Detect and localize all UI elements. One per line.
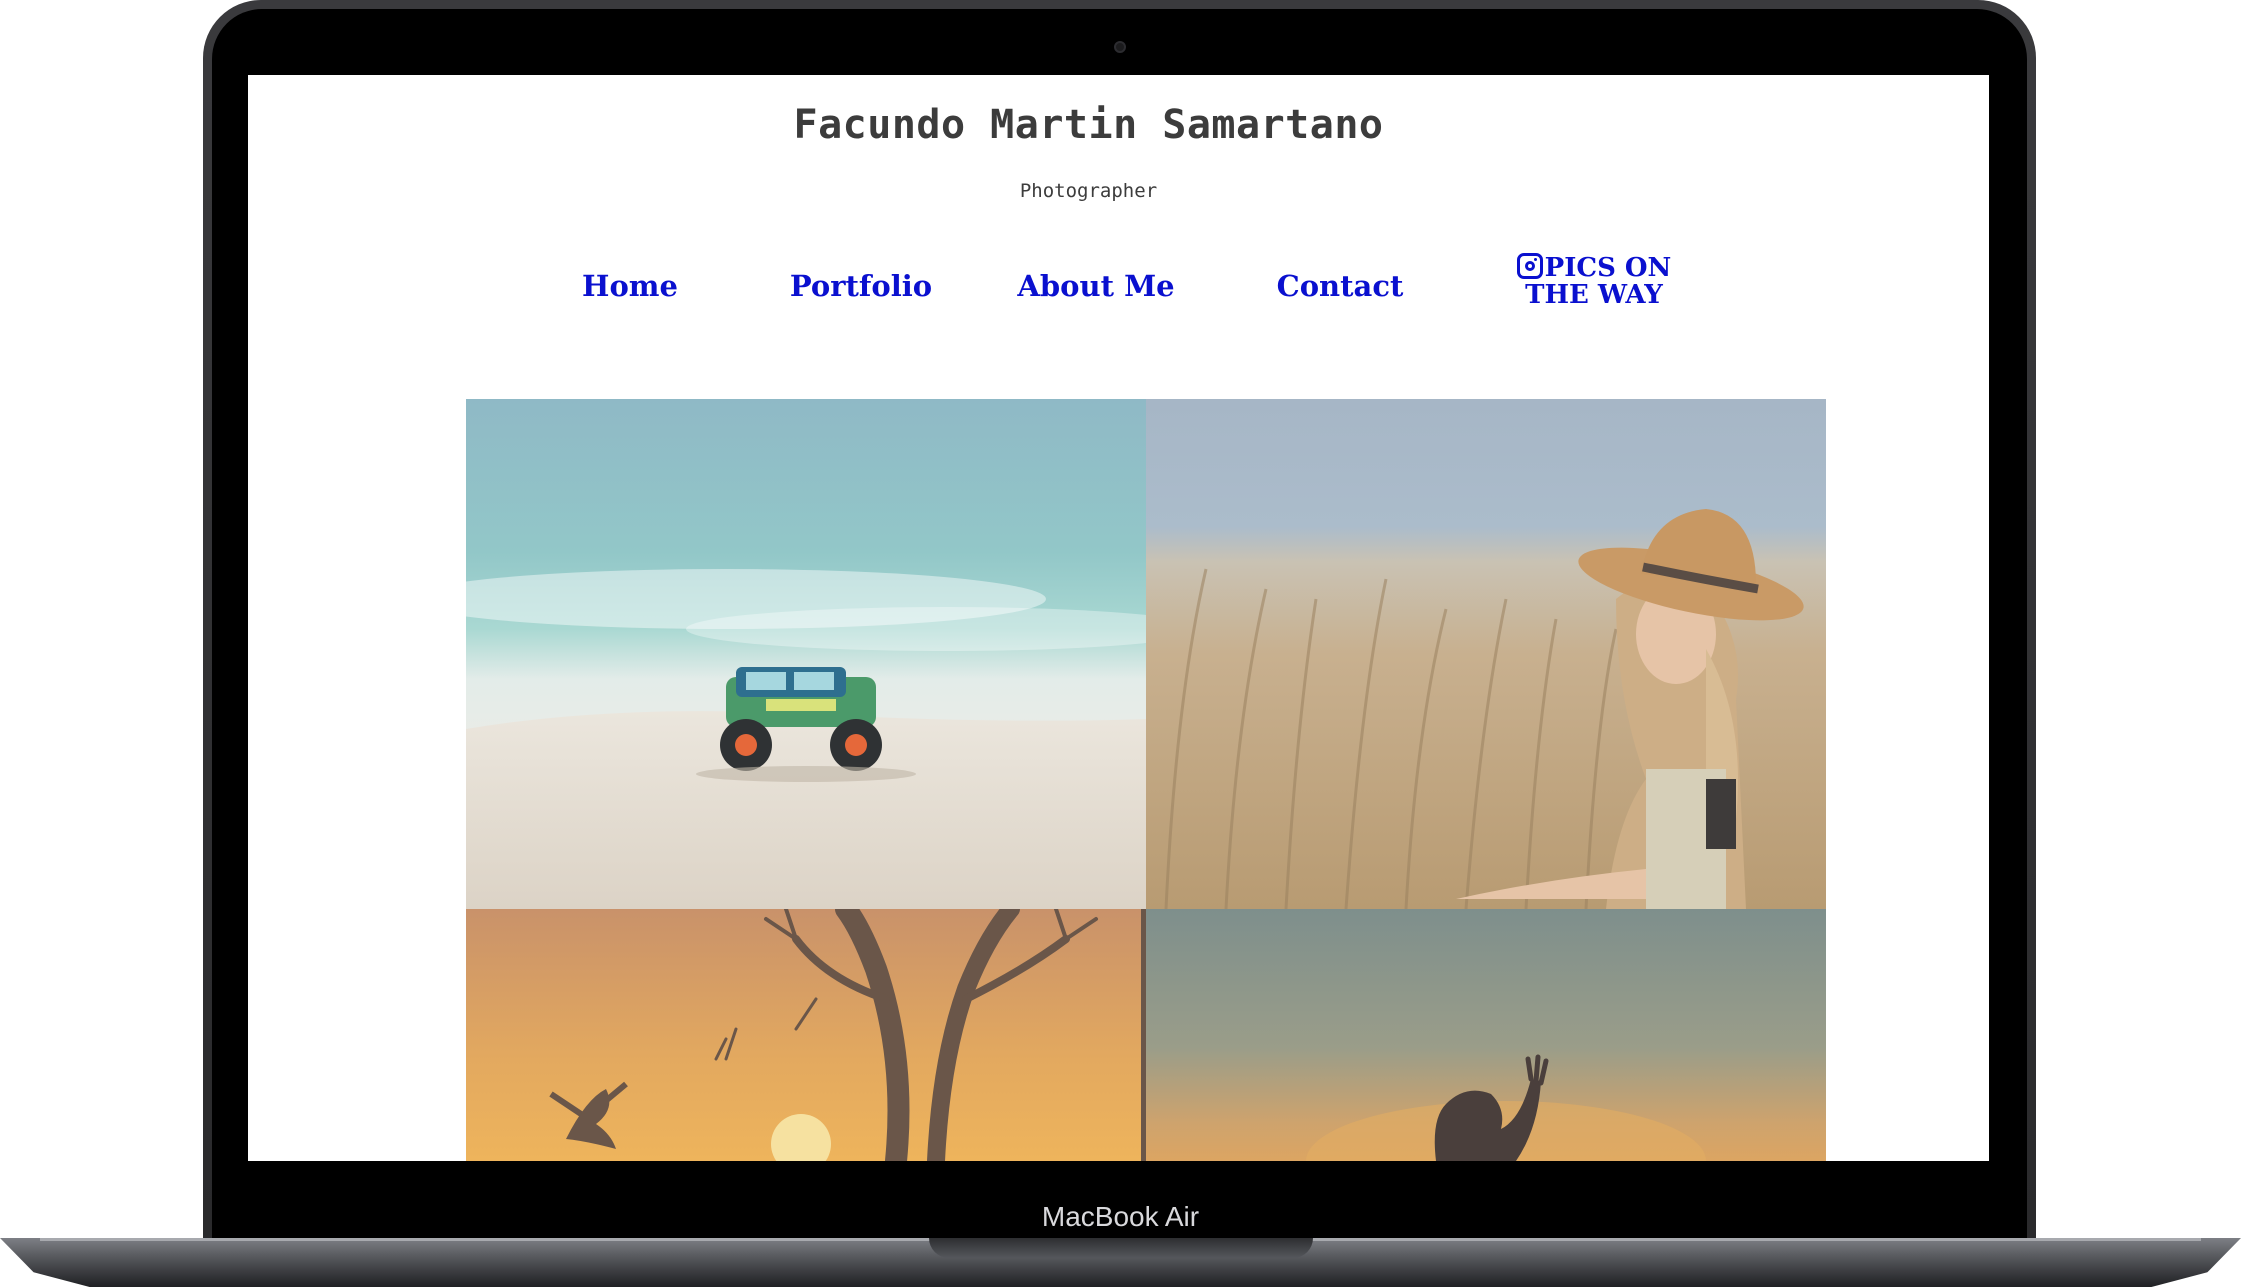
- browser-screen: Facundo Martin Samartano Photographer Ho…: [248, 75, 1989, 1161]
- silhouette-dusk-image: [1146, 909, 1826, 1161]
- toy-truck-beach-image: [466, 399, 1146, 909]
- instagram-label-line2: THE WAY: [1525, 280, 1663, 310]
- instagram-icon: [1516, 253, 1543, 279]
- site-subtitle: Photographer: [1019, 180, 1158, 202]
- nav-portfolio-link[interactable]: Portfolio: [756, 251, 966, 321]
- device-label: MacBook Air: [1041, 1201, 1200, 1232]
- site-title: Facundo Martin Samartano: [793, 102, 1384, 148]
- nav-instagram-link[interactable]: PICS ON THE WAY: [1504, 253, 1684, 309]
- instagram-label-line1: PICS ON: [1544, 253, 1672, 283]
- gallery-photo-silhouette-dusk[interactable]: [1146, 909, 1826, 1161]
- laptop-notch: [929, 1238, 1313, 1258]
- camera-icon: [1114, 41, 1126, 53]
- gallery-photo-woman-hat-field[interactable]: [1146, 399, 1826, 909]
- sunset-tree-image: [466, 909, 1146, 1161]
- nav-about-me-link[interactable]: About Me: [1006, 251, 1186, 321]
- main-nav: Home Portfolio About Me Contact: [248, 251, 1989, 321]
- woman-hat-field-image: [1146, 399, 1826, 909]
- nav-home-link[interactable]: Home: [540, 251, 720, 321]
- gallery-photo-toy-truck-beach[interactable]: [466, 399, 1146, 909]
- gallery-photo-sunset-tree[interactable]: [466, 909, 1146, 1161]
- nav-contact-link[interactable]: Contact: [1250, 251, 1430, 321]
